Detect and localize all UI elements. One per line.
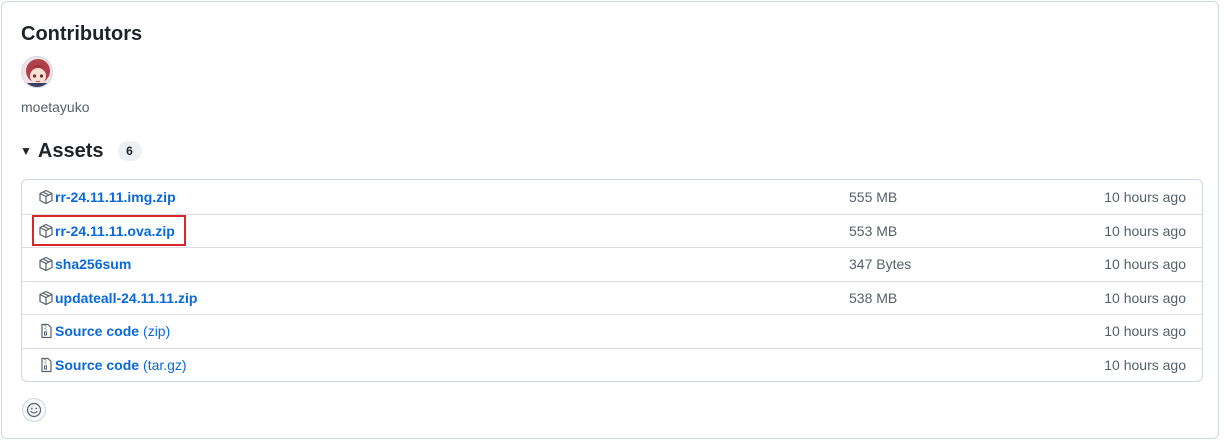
asset-row: rr-24.11.11.img.zip 555 MB 10 hours ago [22,180,1202,214]
asset-time: 10 hours ago [1104,323,1186,340]
asset-link[interactable]: Source code (zip) [38,323,170,339]
assets-header[interactable]: ▼ Assets 6 [20,138,142,164]
contributor-avatar[interactable] [21,56,53,88]
asset-size: 555 MB [849,188,898,205]
asset-name[interactable]: Source code [55,357,139,373]
contributor-username[interactable]: moetayuko [21,99,89,115]
asset-name[interactable]: Source code [55,323,139,339]
asset-row: Source code (zip) 10 hours ago [22,314,1202,348]
asset-row: rr-24.11.11.ova.zip 553 MB 10 hours ago [22,213,1202,248]
asset-link[interactable]: rr-24.11.11.img.zip [38,189,176,205]
assets-heading: Assets [37,139,104,162]
assets-list: rr-24.11.11.img.zip 555 MB 10 hours ago … [21,179,1203,382]
asset-name[interactable]: updateall-24.11.11.zip [55,290,197,306]
asset-time: 10 hours ago [1104,256,1186,273]
file-zip-icon [41,357,52,372]
add-reaction-button[interactable] [22,398,46,422]
assets-count-badge: 6 [117,141,142,161]
package-icon [39,257,53,272]
asset-link[interactable]: rr-24.11.11.ova.zip [38,223,175,239]
file-zip-icon [41,324,52,339]
asset-time: 10 hours ago [1104,222,1186,239]
asset-name[interactable]: rr-24.11.11.ova.zip [55,223,175,239]
asset-name[interactable]: rr-24.11.11.img.zip [55,189,176,205]
asset-time: 10 hours ago [1104,289,1186,306]
triangle-down-icon[interactable]: ▼ [20,144,32,158]
asset-link[interactable]: sha256sum [38,256,131,272]
asset-row: sha256sum 347 Bytes 10 hours ago [22,247,1202,281]
smiley-icon [26,402,42,418]
asset-suffix: (tar.gz) [143,356,187,373]
asset-row: Source code (tar.gz) 10 hours ago [22,347,1202,382]
asset-name[interactable]: sha256sum [55,256,131,272]
asset-size: 538 MB [849,289,898,306]
contributors-heading: Contributors [21,23,143,45]
package-icon [39,223,53,238]
asset-link[interactable]: updateall-24.11.11.zip [38,290,197,306]
asset-suffix: (zip) [143,323,171,340]
asset-time: 10 hours ago [1104,188,1186,205]
package-icon [39,290,53,305]
asset-size: 347 Bytes [849,256,912,273]
package-icon [39,189,53,204]
asset-row: updateall-24.11.11.zip 538 MB 10 hours a… [22,280,1202,315]
asset-time: 10 hours ago [1104,356,1186,373]
asset-link[interactable]: Source code (tar.gz) [38,357,187,373]
asset-size: 553 MB [849,222,898,239]
